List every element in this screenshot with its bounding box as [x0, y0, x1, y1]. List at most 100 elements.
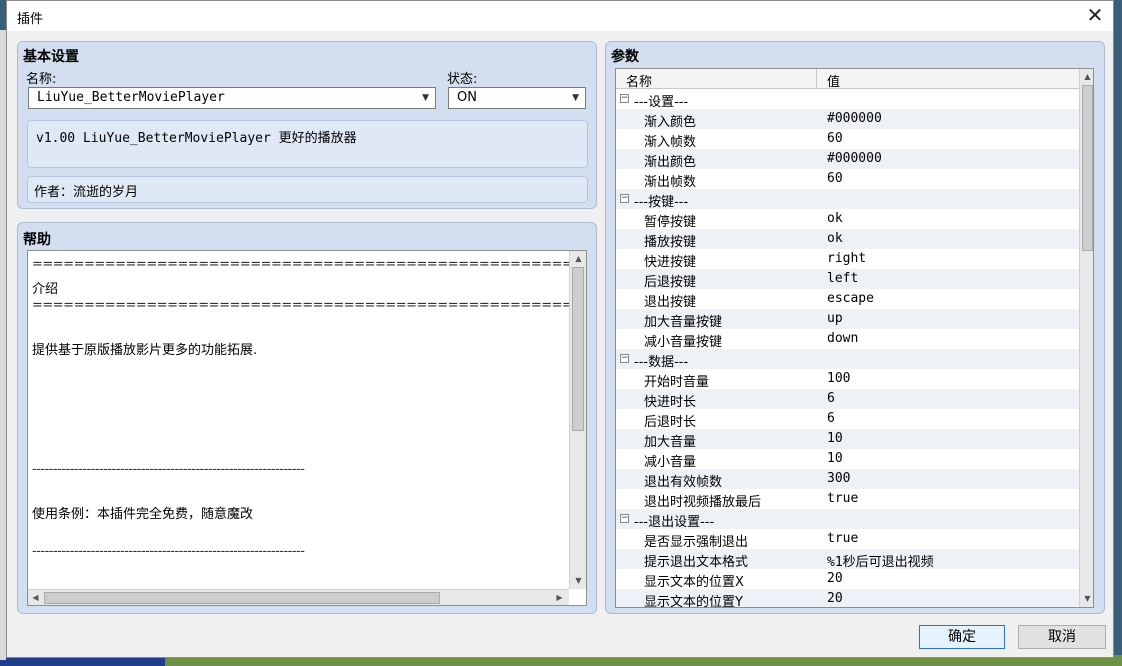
param-row[interactable]: 开始时音量 100: [616, 369, 1079, 390]
param-row[interactable]: 加大音量按键 up: [616, 309, 1079, 330]
help-line: 使用条例：本插件完全免费，随意魔改: [32, 507, 254, 522]
param-value: true: [827, 491, 859, 506]
param-name: 是否显示强制退出: [644, 535, 749, 550]
param-value: #000000: [827, 111, 882, 126]
help-title: 帮助: [23, 232, 51, 248]
param-value: 10: [827, 431, 843, 446]
author-box: 作者：流逝的岁月: [27, 176, 588, 203]
param-value: left: [827, 271, 859, 286]
param-row[interactable]: 快进按键 right: [616, 249, 1079, 270]
params-panel: 参数 名称 值 − ---设置--- 渐入颜色 #000000 渐入帧数 60 渐出颜色 #0…: [605, 41, 1105, 614]
param-name: 退出按键: [644, 295, 697, 310]
collapse-minus-icon[interactable]: −: [620, 194, 629, 203]
param-row[interactable]: 后退时长 6: [616, 409, 1079, 430]
param-row[interactable]: 退出按键 escape: [616, 289, 1079, 310]
param-value: 20: [827, 591, 843, 606]
help-vscroll-thumb[interactable]: [572, 267, 584, 431]
collapse-minus-icon[interactable]: −: [620, 94, 629, 103]
param-row[interactable]: 是否显示强制退出 true: [616, 529, 1079, 550]
param-row[interactable]: 退出时视频播放最后 true: [616, 489, 1079, 510]
help-text-area[interactable]: ========================================…: [27, 250, 587, 606]
param-value: down: [827, 331, 859, 346]
param-name: 减小音量按键: [644, 335, 723, 350]
status-label: 状态:: [447, 72, 478, 87]
help-vertical-scrollbar[interactable]: ▲ ▼: [569, 251, 586, 589]
param-group-label: ---退出设置---: [634, 515, 715, 530]
name-select[interactable]: LiuYue_BetterMoviePlayer ▼: [28, 87, 436, 109]
author-text: 作者：流逝的岁月: [34, 185, 139, 200]
param-name: 减小音量: [644, 455, 697, 470]
param-group-label: ---按键---: [634, 195, 689, 210]
params-vertical-scrollbar[interactable]: ▲ ▼: [1079, 69, 1093, 607]
param-value: ok: [827, 231, 843, 246]
help-hscroll-thumb[interactable]: [44, 592, 440, 604]
param-row[interactable]: 显示文本的位置X 20: [616, 569, 1079, 590]
scroll-up-icon[interactable]: ▲: [1080, 69, 1093, 84]
param-row[interactable]: 减小音量 10: [616, 449, 1079, 470]
param-group-row[interactable]: − ---设置---: [616, 89, 1079, 110]
basic-settings-title: 基本设置: [23, 49, 79, 65]
column-header-value[interactable]: 值: [827, 71, 840, 90]
close-icon[interactable]: ✕: [1083, 3, 1107, 27]
name-label: 名称:: [26, 72, 57, 87]
param-row[interactable]: 后退按键 left: [616, 269, 1079, 290]
scroll-right-icon[interactable]: ▶: [552, 590, 567, 605]
param-name: 后退时长: [644, 415, 697, 430]
param-row[interactable]: 退出有效帧数 300: [616, 469, 1079, 490]
scroll-left-icon[interactable]: ◀: [28, 590, 43, 605]
params-vscroll-thumb[interactable]: [1082, 85, 1093, 251]
params-title: 参数: [611, 49, 639, 65]
scroll-down-icon[interactable]: ▼: [571, 573, 586, 588]
help-line: ========================================…: [32, 298, 586, 313]
param-row[interactable]: 快进时长 6: [616, 389, 1079, 410]
help-line: 介绍: [32, 281, 59, 297]
help-line: ----------------------------------------…: [32, 462, 305, 477]
cancel-button[interactable]: 取消: [1018, 625, 1106, 649]
param-name: 渐入帧数: [644, 135, 697, 150]
description-box: v1.00 LiuYue_BetterMoviePlayer 更好的播放器: [27, 120, 588, 168]
param-name: 播放按键: [644, 235, 697, 250]
name-select-value: LiuYue_BetterMoviePlayer: [37, 90, 225, 105]
plugin-dialog: 插件 ✕ 基本设置 名称: LiuYue_BetterMoviePlayer ▼…: [6, 0, 1114, 658]
param-name: 开始时音量: [644, 375, 710, 390]
param-row[interactable]: 渐出帧数 60: [616, 169, 1079, 190]
help-horizontal-scrollbar[interactable]: ◀ ▶: [28, 589, 569, 605]
column-divider: [816, 69, 817, 88]
param-row[interactable]: 暂停按键 ok: [616, 209, 1079, 230]
status-select[interactable]: ON ▼: [448, 87, 586, 109]
param-row[interactable]: 渐入帧数 60: [616, 129, 1079, 150]
param-name: 退出有效帧数: [644, 475, 723, 490]
scroll-up-icon[interactable]: ▲: [571, 251, 586, 266]
param-row[interactable]: 渐入颜色 #000000: [616, 109, 1079, 130]
help-line: 提供基于原版播放影片更多的功能拓展.: [32, 343, 258, 358]
param-group-row[interactable]: − ---数据---: [616, 349, 1079, 370]
chevron-down-icon: ▼: [422, 93, 429, 103]
param-value: up: [827, 311, 843, 326]
param-name: 渐出颜色: [644, 155, 697, 170]
column-header-name[interactable]: 名称: [626, 71, 652, 90]
param-value: 60: [827, 171, 843, 186]
param-row[interactable]: 提示退出文本格式 %1秒后可退出视频: [616, 549, 1079, 570]
param-name: 加大音量按键: [644, 315, 723, 330]
param-row[interactable]: 渐出颜色 #000000: [616, 149, 1079, 170]
param-name: 退出时视频播放最后: [644, 495, 762, 510]
param-name: 显示文本的位置Y: [644, 595, 743, 608]
param-value: 100: [827, 371, 851, 386]
param-row[interactable]: 加大音量 10: [616, 429, 1079, 450]
params-table-header: 名称 值: [616, 69, 1079, 90]
param-value: #000000: [827, 151, 882, 166]
collapse-minus-icon[interactable]: −: [620, 354, 629, 363]
param-group-row[interactable]: − ---退出设置---: [616, 509, 1079, 530]
param-value: 60: [827, 131, 843, 146]
param-name: 后退按键: [644, 275, 697, 290]
param-name: 渐出帧数: [644, 175, 697, 190]
collapse-minus-icon[interactable]: −: [620, 514, 629, 523]
param-row[interactable]: 减小音量按键 down: [616, 329, 1079, 350]
ok-button[interactable]: 确定: [919, 625, 1005, 649]
param-value: right: [827, 251, 867, 266]
scroll-down-icon[interactable]: ▼: [1080, 591, 1093, 606]
param-row[interactable]: 播放按键 ok: [616, 229, 1079, 250]
param-group-row[interactable]: − ---按键---: [616, 189, 1079, 210]
param-name: 加大音量: [644, 435, 697, 450]
param-row[interactable]: 显示文本的位置Y 20: [616, 589, 1079, 608]
